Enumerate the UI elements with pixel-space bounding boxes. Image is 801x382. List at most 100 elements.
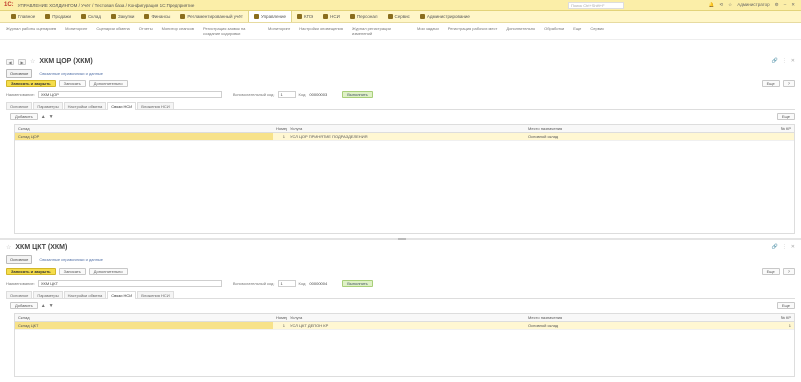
table-cell[interactable]: Склад ЦОР <box>15 133 273 140</box>
table-more-button[interactable]: Еще <box>776 302 795 309</box>
column-header[interactable]: № КР <box>772 125 794 132</box>
add-row-button[interactable]: Добавить <box>10 302 38 309</box>
function-link[interactable]: Регистрация заявок на создание кодировки <box>203 26 259 36</box>
subtab-related[interactable]: Связанные справочники и данные <box>36 70 106 77</box>
link-icon[interactable]: 🔗 <box>772 58 778 64</box>
section-regulated[interactable]: Регламентированный учёт <box>175 11 248 22</box>
section-admin[interactable]: Администрирование <box>415 11 475 22</box>
section-management[interactable]: Управление <box>247 11 292 22</box>
section-purchases[interactable]: Закупки <box>106 11 139 22</box>
more-icon[interactable]: ⋮ <box>782 58 787 64</box>
column-header[interactable]: Место назначения <box>525 125 772 132</box>
aux-code-input[interactable]: 1 <box>277 91 296 98</box>
table-cell[interactable]: Основной склад <box>525 133 772 140</box>
section-finance[interactable]: Финансы <box>139 11 175 22</box>
tab-parameters[interactable]: Параметры <box>33 291 63 298</box>
back-button[interactable]: ◀ <box>6 58 14 65</box>
column-header[interactable]: Место назначения <box>525 314 772 321</box>
function-link[interactable]: Мониторинг <box>268 26 290 31</box>
column-header[interactable]: Склад <box>15 314 273 321</box>
table-cell[interactable]: 1 <box>772 322 794 329</box>
column-header[interactable]: № КР <box>772 314 794 321</box>
history-icon[interactable]: ⟲ <box>719 2 723 8</box>
section-sales[interactable]: Продажи <box>40 11 76 22</box>
function-link[interactable]: Сервис <box>590 26 604 31</box>
table-row[interactable]: Склад ЦКТ 1 УСЛ ЦКТ ДЕПОН КР Основной ск… <box>15 322 794 330</box>
add-row-button[interactable]: Добавить <box>10 113 38 120</box>
tab-exchange-settings[interactable]: Настройки обмена <box>63 102 107 109</box>
function-link[interactable]: Регистрация рабочих мест <box>448 26 498 31</box>
more-menu-button[interactable]: Еще <box>761 80 780 87</box>
save-button[interactable]: Записать <box>58 268 86 275</box>
more-menu-button[interactable]: Еще <box>761 268 780 275</box>
close-icon[interactable]: ✕ <box>791 244 795 250</box>
global-search-input[interactable]: Поиск Ctrl+Shift+F <box>568 2 624 9</box>
execute-button[interactable]: Выполнить <box>342 280 373 287</box>
tab-main[interactable]: Основное <box>6 291 33 298</box>
aux-code-input[interactable]: 1 <box>277 280 296 287</box>
column-header[interactable]: Номер <box>273 125 287 132</box>
column-header[interactable]: Номер <box>273 314 287 321</box>
move-up-icon[interactable]: ▲ <box>41 303 46 309</box>
settings-icon[interactable]: ⚙ <box>775 2 779 8</box>
subtab-related[interactable]: Связанные справочники и данные <box>36 256 106 263</box>
tab-nsi-attachments[interactable]: Вложения НСИ <box>137 102 174 109</box>
minimize-icon[interactable]: – <box>784 2 787 8</box>
function-link[interactable]: Мои задачи <box>417 26 439 31</box>
link-icon[interactable]: 🔗 <box>772 244 778 250</box>
function-link[interactable]: Отчеты <box>139 26 153 31</box>
more-icon[interactable]: ⋮ <box>782 244 787 250</box>
tab-nsi-links[interactable]: Связи НСИ <box>107 291 137 299</box>
save-close-button[interactable]: Записать и закрыть <box>6 80 56 87</box>
function-link[interactable]: Еще <box>573 26 581 31</box>
execute-button[interactable]: Выполнить <box>342 91 373 98</box>
tab-nsi-attachments[interactable]: Вложения НСИ <box>137 291 174 298</box>
more-dropdown-button[interactable]: Дополнительно <box>88 80 128 87</box>
close-icon[interactable]: ✕ <box>791 2 795 8</box>
table-cell[interactable]: 1 <box>273 322 287 329</box>
help-button[interactable]: ? <box>782 80 795 87</box>
close-icon[interactable]: ✕ <box>791 58 795 64</box>
function-link[interactable]: Сценарии обмена <box>96 26 129 31</box>
column-header[interactable]: Склад <box>15 125 273 132</box>
table-cell[interactable]: Основной склад <box>525 322 772 329</box>
function-link[interactable]: Монитор сеансов <box>162 26 194 31</box>
tab-main[interactable]: Основное <box>6 102 33 109</box>
table-row[interactable]: Склад ЦОР 1 УСЛ ЦОР ПРИНЯТИЕ ПОДРАЗДЕЛЕН… <box>15 133 794 141</box>
section-warehouse[interactable]: Склад <box>76 11 106 22</box>
function-link[interactable]: Журнал работы сценариев <box>6 26 56 31</box>
move-down-icon[interactable]: ▼ <box>49 114 54 120</box>
section-nsi[interactable]: НСИ <box>318 11 345 22</box>
panel-splitter[interactable] <box>0 238 801 240</box>
splitter-grip[interactable] <box>398 238 406 240</box>
move-up-icon[interactable]: ▲ <box>41 114 46 120</box>
table-cell[interactable]: УСЛ ЦКТ ДЕПОН КР <box>287 322 525 329</box>
favorite-star-icon[interactable]: ☆ <box>6 244 11 251</box>
save-close-button[interactable]: Записать и закрыть <box>6 268 56 275</box>
section-kpi[interactable]: КПЭ <box>292 11 318 22</box>
section-personnel[interactable]: Персонал <box>345 11 383 22</box>
function-link[interactable]: Дополнительно <box>506 26 535 31</box>
name-input[interactable]: ХКМ ЦКТ <box>37 280 222 287</box>
more-dropdown-button[interactable]: Дополнительно <box>88 268 128 275</box>
star-icon[interactable]: ☆ <box>728 2 732 8</box>
function-link[interactable]: Обработки <box>544 26 564 31</box>
move-down-icon[interactable]: ▼ <box>49 303 54 309</box>
column-header[interactable]: Услуга <box>287 314 525 321</box>
bell-icon[interactable]: 🔔 <box>709 2 715 8</box>
section-main[interactable]: Главное <box>6 11 40 22</box>
help-button[interactable]: ? <box>782 268 795 275</box>
function-link[interactable]: Настройки оповещения <box>299 26 343 31</box>
subtab-main[interactable]: Основное <box>6 69 33 78</box>
table-more-button[interactable]: Еще <box>776 113 795 120</box>
table-cell[interactable] <box>772 133 794 140</box>
table-cell[interactable]: Склад ЦКТ <box>15 322 273 329</box>
tab-nsi-links[interactable]: Связи НСИ <box>107 102 137 110</box>
section-service[interactable]: Сервис <box>383 11 415 22</box>
column-header[interactable]: Услуга <box>287 125 525 132</box>
tab-exchange-settings[interactable]: Настройки обмена <box>63 291 107 298</box>
table-cell[interactable]: 1 <box>273 133 287 140</box>
function-link[interactable]: Мониторинг <box>65 26 87 31</box>
save-button[interactable]: Записать <box>58 80 86 87</box>
function-link[interactable]: Журнал регистрации изменений <box>352 26 408 36</box>
